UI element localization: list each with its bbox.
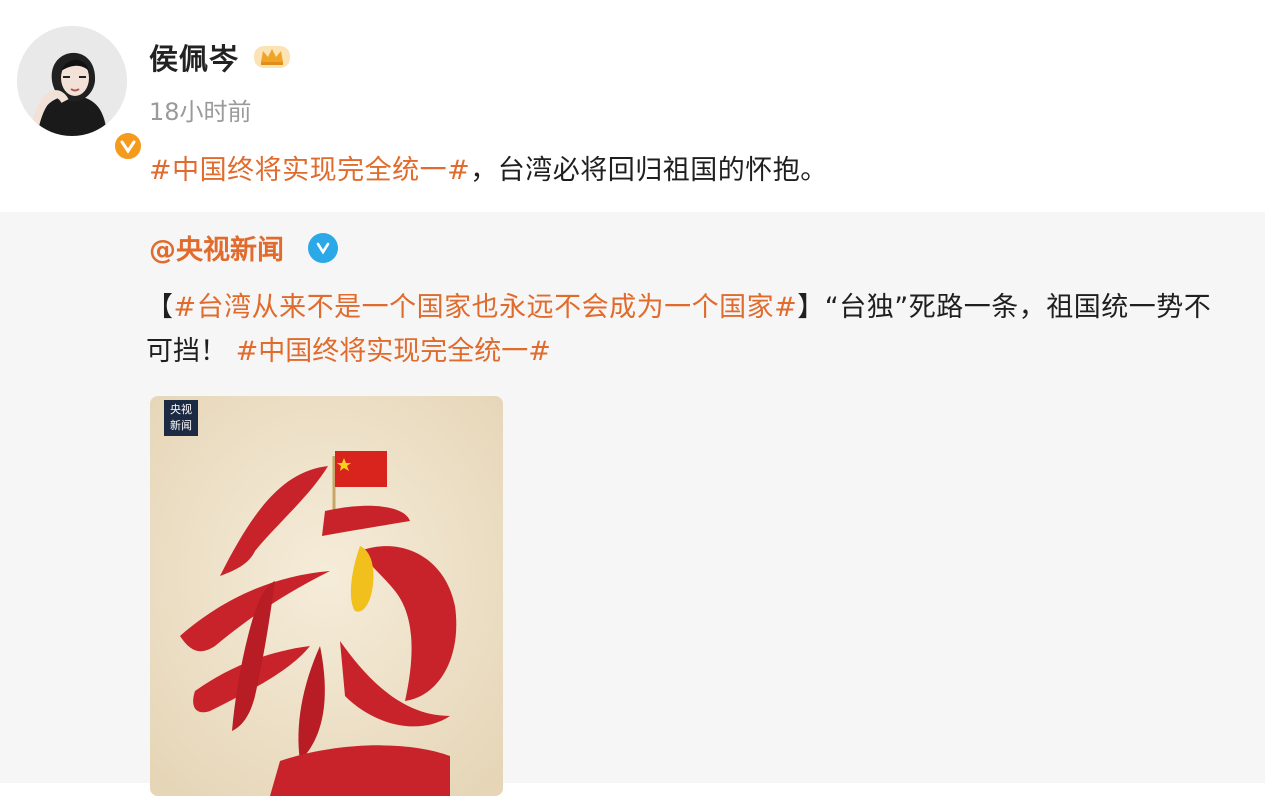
poster-graphic: [150, 396, 503, 796]
username[interactable]: 侯佩岑: [149, 36, 239, 78]
repost-text-line1: 【#台湾从来不是一个国家也永远不会成为一个国家#】“台独”死路一条，祖国统一势不: [146, 282, 1265, 334]
blue-verify-icon: [308, 233, 338, 263]
avatar[interactable]: [17, 26, 144, 162]
orange-verify-icon: [112, 130, 144, 162]
post-timestamp: 18小时前: [149, 98, 252, 126]
post-header: 侯佩岑 18小时前 #中国终将实现完全统一#，台湾必将回归祖国的怀抱。: [0, 0, 1265, 212]
post-text: #中国终将实现完全统一#，台湾必将回归祖国的怀抱。: [149, 148, 828, 187]
repost-main-text: “台独”死路一条，祖国统一势不: [824, 292, 1212, 323]
repost-hashtag-title[interactable]: #台湾从来不是一个国家也永远不会成为一个国家#: [174, 292, 798, 323]
repost-text-line2: 可挡！ #中国终将实现完全统一#: [146, 334, 551, 370]
avatar-image: [17, 26, 127, 136]
repost-text-start: 可挡！: [146, 336, 227, 367]
bracket-open: 【: [146, 292, 174, 323]
cctv-news-logo: 央视 新闻: [164, 400, 198, 436]
hashtag-link[interactable]: #中国终将实现完全统一#: [149, 155, 470, 186]
repost-hashtag-end[interactable]: #中国终将实现完全统一#: [236, 336, 551, 367]
poster-image[interactable]: 央视 新闻: [150, 396, 503, 796]
logo-line2: 新闻: [170, 419, 192, 432]
bracket-close: 】: [797, 292, 825, 323]
repost-author-link[interactable]: @央视新闻: [149, 228, 284, 267]
crown-icon[interactable]: [252, 42, 292, 70]
logo-line1: 央视: [170, 403, 192, 416]
post-text-rest: ，台湾必将回归祖国的怀抱。: [470, 155, 828, 186]
